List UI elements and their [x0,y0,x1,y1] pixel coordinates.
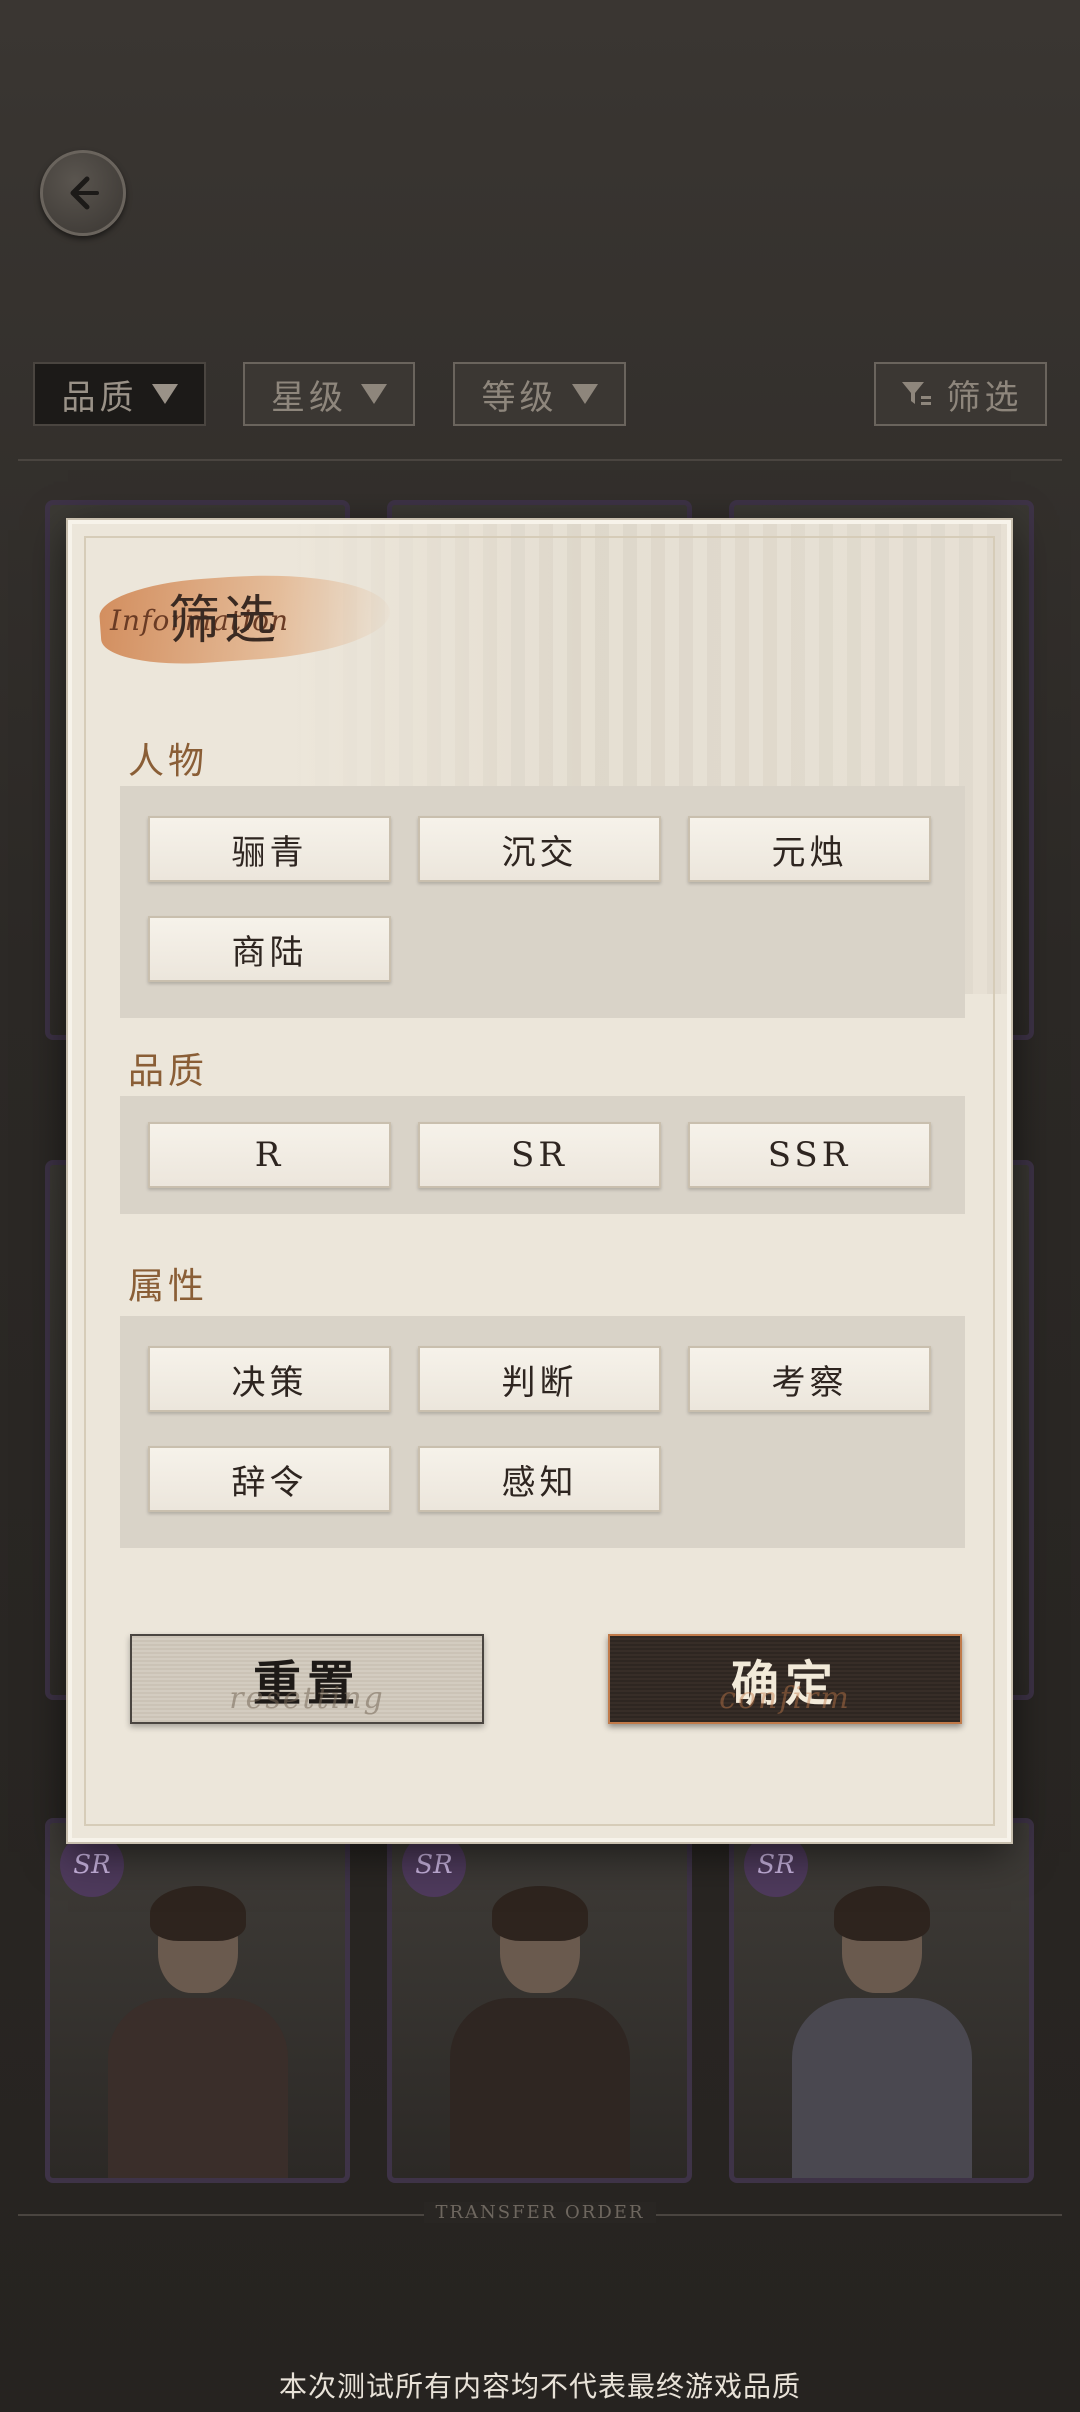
character-card[interactable]: SR [729,1818,1034,2183]
option-character-3[interactable]: 元烛 [688,816,931,882]
tab-level-label: 等级 [481,377,558,418]
app-root: 品质 星级 等级 筛选 SR SR SR TRANSFER ORDER 本次测试… [0,0,1080,2412]
back-button[interactable] [40,150,126,236]
reset-button[interactable]: 重置 resetting [130,1634,484,1724]
section-panel-character: 骊青 沉交 元烛 商陆 [120,786,965,1018]
chevron-down-icon [571,384,598,404]
tab-level[interactable]: 等级 [453,362,626,426]
modal-title: 筛选 [168,591,281,651]
character-card[interactable]: SR [45,1818,350,2183]
option-character-1[interactable]: 骊青 [148,816,391,882]
section-label-character: 人物 [128,741,209,782]
transfer-order-label: TRANSFER ORDER [0,2202,1080,2223]
option-attribute-3[interactable]: 考察 [688,1346,931,1412]
confirm-button[interactable]: 确定 confirm [608,1634,962,1724]
character-portrait [782,1878,982,2178]
option-quality-sr[interactable]: SR [418,1122,661,1188]
filter-modal: Information 筛选 人物 骊青 沉交 元烛 商陆 品质 R SR SS… [68,520,1011,1842]
tab-star-level[interactable]: 星级 [243,362,415,426]
back-arrow-icon [70,176,99,210]
tab-quality[interactable]: 品质 [33,362,206,426]
option-attribute-2[interactable]: 判断 [418,1346,661,1412]
filter-button[interactable]: 筛选 [874,362,1047,426]
character-portrait [98,1878,298,2178]
disclaimer-text: 本次测试所有内容均不代表最终游戏品质 [278,2370,801,2403]
tab-star-label: 星级 [271,377,347,418]
option-character-4[interactable]: 商陆 [148,916,391,982]
character-card[interactable]: SR [387,1818,692,2183]
section-label-attribute: 属性 [128,1266,209,1307]
tab-quality-label: 品质 [61,377,138,418]
section-panel-attribute: 决策 判断 考察 辞令 感知 [120,1316,965,1548]
chevron-down-icon [361,384,387,404]
option-attribute-4[interactable]: 辞令 [148,1446,391,1512]
option-attribute-5[interactable]: 感知 [418,1446,661,1512]
reset-button-sublabel: resetting [229,1681,385,1716]
option-attribute-1[interactable]: 决策 [148,1346,391,1412]
character-portrait [440,1878,640,2178]
filter-funnel-icon [901,382,931,405]
confirm-button-sublabel: confirm [719,1681,851,1716]
divider [18,459,1062,461]
option-quality-ssr[interactable]: SSR [688,1122,931,1188]
filter-button-label: 筛选 [946,377,1023,418]
option-quality-r[interactable]: R [148,1122,391,1188]
section-panel-quality: R SR SSR [120,1096,965,1214]
chevron-down-icon [151,384,178,404]
option-character-2[interactable]: 沉交 [418,816,661,882]
section-label-quality: 品质 [128,1051,209,1092]
